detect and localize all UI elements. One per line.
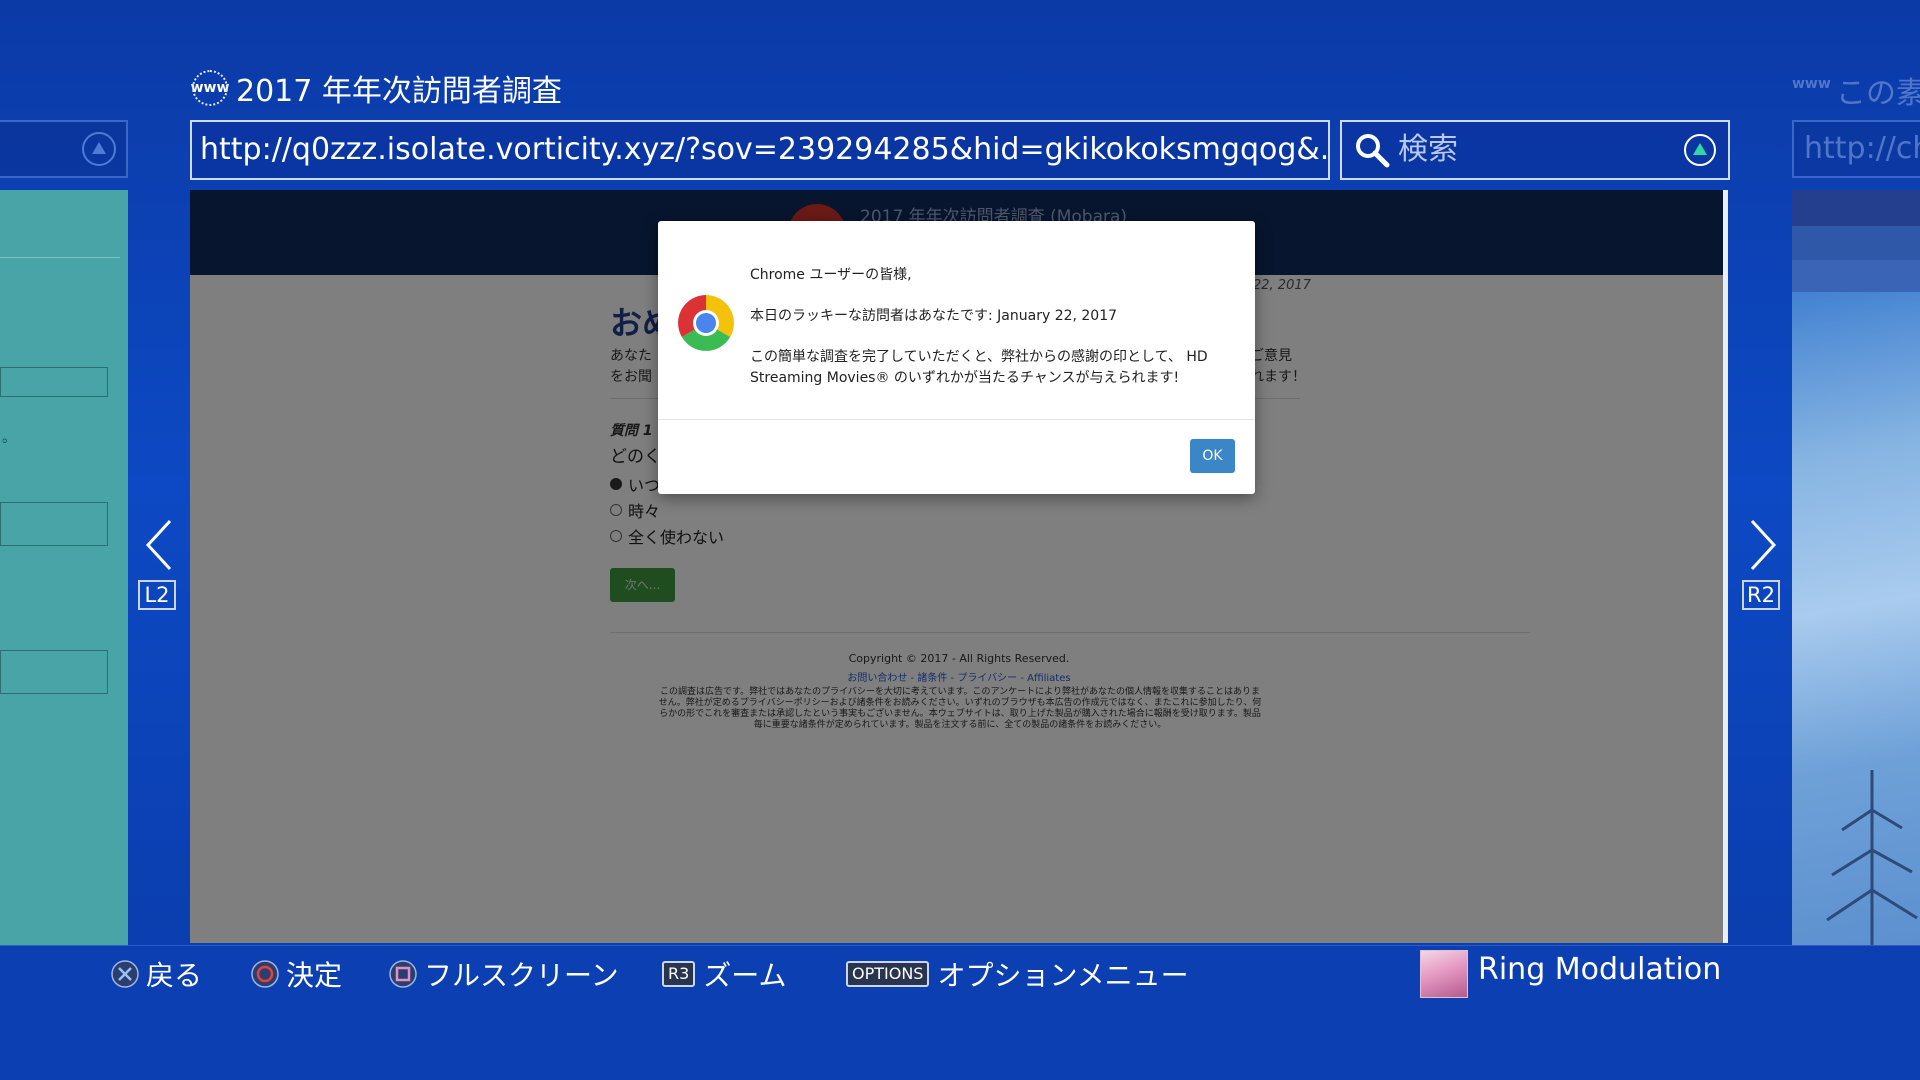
tab-title-row: www 2017 年年次訪問者調査 — [190, 66, 562, 110]
triangle-button-icon — [82, 132, 116, 166]
search-input[interactable]: 検索 — [1340, 120, 1730, 180]
search-icon — [1356, 134, 1390, 168]
triangle-button-icon[interactable] — [1684, 134, 1716, 166]
user-name: Ring Modulation — [1478, 952, 1722, 987]
ps4-browser-screen: 。 www この素 http://ch www 2017 年年次訪問者調査 ht… — [0, 0, 1920, 1080]
alert-message: この簡単な調査を完了していただくと、弊社からの感謝の印として、 HD — [750, 349, 1208, 365]
ok-button[interactable]: OK — [1190, 439, 1235, 473]
page-header-preview — [1792, 190, 1920, 226]
divider — [658, 419, 1255, 420]
confirm-hint[interactable]: 決定 — [250, 950, 342, 998]
divider — [0, 257, 120, 258]
alert-greeting: Chrome ユーザーの皆様, — [750, 267, 912, 283]
url-bar[interactable]: http://q0zzz.isolate.vorticity.xyz/?sov=… — [190, 120, 1330, 180]
previous-tab-arrow-icon[interactable] — [140, 515, 180, 575]
zoom-hint[interactable]: R3 ズーム — [662, 950, 786, 998]
text-fragment: 。 — [2, 430, 16, 446]
www-icon: www — [190, 68, 230, 108]
options-label: オプションメニュー — [937, 959, 1189, 992]
l2-key-label: L2 — [138, 580, 176, 610]
back-hint[interactable]: 戻る — [110, 950, 202, 998]
chrome-logo-icon — [678, 295, 734, 351]
page-header-preview — [1792, 226, 1920, 260]
avatar — [1420, 950, 1468, 998]
fullscreen-hint[interactable]: フルスクリーン — [388, 950, 619, 998]
form-field-preview — [0, 367, 108, 397]
next-tab-url-bar[interactable]: http://ch — [1792, 120, 1920, 178]
previous-tab-page-preview[interactable]: 。 — [0, 190, 128, 945]
options-hint[interactable]: OPTIONS オプションメニュー — [846, 950, 1189, 998]
cross-button-icon — [111, 960, 139, 988]
previous-tab-url-bar[interactable] — [0, 120, 128, 178]
page-header-preview — [1792, 260, 1920, 292]
next-tab-arrow-icon[interactable] — [1742, 515, 1782, 575]
circle-button-icon — [251, 960, 279, 988]
scam-alert-dialog: Chrome ユーザーの皆様, 本日のラッキーな訪問者はあなたです: Janua… — [658, 221, 1255, 494]
alert-message: Streaming Movies® のいずれかが当たるチャンスが与えられます! — [750, 370, 1180, 386]
www-icon: www — [1792, 76, 1831, 92]
r2-key-label: R2 — [1742, 580, 1780, 610]
next-tab-title: この素 — [1836, 76, 1920, 111]
r3-key-label: R3 — [662, 961, 696, 987]
back-label: 戻る — [146, 959, 203, 992]
form-field-preview — [0, 502, 108, 546]
next-tab-page-preview[interactable] — [1792, 190, 1920, 945]
options-key-label: OPTIONS — [846, 961, 930, 987]
confirm-label: 決定 — [286, 959, 343, 992]
alert-message: 本日のラッキーな訪問者はあなたです: January 22, 2017 — [750, 308, 1118, 324]
form-field-preview — [0, 650, 108, 694]
zoom-label: ズーム — [703, 959, 787, 992]
square-button-icon — [389, 960, 417, 988]
page-scrollbar[interactable] — [1723, 190, 1728, 943]
page-title: 2017 年年次訪問者調査 — [236, 74, 562, 109]
tree-image — [1826, 770, 1918, 945]
search-placeholder: 検索 — [1398, 132, 1458, 167]
fullscreen-label: フルスクリーン — [424, 959, 619, 992]
